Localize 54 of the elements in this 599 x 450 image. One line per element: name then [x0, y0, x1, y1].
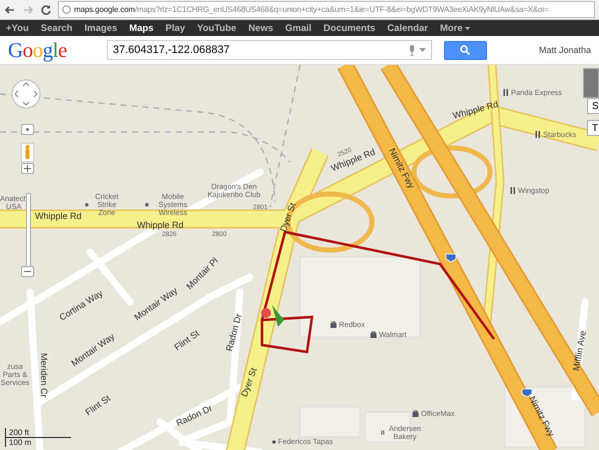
- reload-icon[interactable]: [40, 4, 52, 16]
- url-text: maps.google.com/maps?rlz=1C1CHRG_enUS468US468&q=union+city+ca&um=1&ie=UTF-8&ei=bgWDT9WA3eeXiAK9yNlUAw&sa=X&oi=: [74, 5, 548, 14]
- map-pin-icon[interactable]: [261, 308, 271, 318]
- street-view-thumbnail[interactable]: [583, 68, 599, 98]
- shopping-bag-icon: [85, 201, 89, 208]
- road-label: Meriden Cr: [38, 353, 48, 398]
- nav-link[interactable]: Calendar: [387, 22, 428, 34]
- shopping-bag-icon: [330, 321, 337, 328]
- search-button[interactable]: [444, 40, 487, 60]
- caret-icon: [464, 26, 470, 30]
- user-name[interactable]: Matt Jonatha: [538, 45, 591, 55]
- nav-link[interactable]: Play: [166, 22, 186, 34]
- nav-link[interactable]: +You: [6, 22, 29, 34]
- shopping-bag-icon: [145, 201, 149, 208]
- shopping-bag-icon: [370, 331, 377, 338]
- search-icon: [460, 45, 470, 55]
- side-panel-button[interactable]: T: [587, 120, 599, 136]
- nav-link[interactable]: More: [440, 22, 470, 34]
- shopping-bag-icon: [412, 410, 419, 418]
- google-logo[interactable]: Google: [8, 38, 67, 62]
- scale-bar: 200 ft 100 m: [5, 428, 71, 447]
- side-panel-button[interactable]: S: [587, 98, 599, 114]
- dot-icon: [26, 128, 29, 131]
- zoom-out-button[interactable]: [21, 266, 34, 277]
- nav-link[interactable]: Maps: [129, 22, 154, 34]
- road-label: Radon Dr: [225, 312, 244, 352]
- microphone-icon[interactable]: [408, 44, 415, 56]
- road-label: Radon Dr: [175, 404, 214, 429]
- road-label: Whipple Rd: [35, 212, 82, 222]
- page-icon: [62, 5, 71, 14]
- arrow-marker-icon[interactable]: [272, 305, 284, 327]
- reset-view-button[interactable]: [21, 124, 34, 135]
- dot-icon: [272, 440, 276, 444]
- caret-icon[interactable]: [418, 48, 426, 52]
- nav-link[interactable]: Images: [84, 22, 118, 34]
- road-label: Flint St: [173, 328, 202, 353]
- minus-icon: [24, 271, 31, 272]
- back-arrow-icon[interactable]: [4, 4, 16, 16]
- road-label: Dyer St: [240, 366, 260, 398]
- address-bar[interactable]: maps.google.com/maps?rlz=1C1CHRG_enUS468US468&q=union+city+ca&um=1&ie=UTF-8&ei=bgWDT9WA3eeXiAK9yNlUAw&sa=X&oi=: [58, 1, 595, 18]
- zoom-slider-track[interactable]: [26, 193, 31, 267]
- nav-link[interactable]: Search: [40, 22, 72, 34]
- road-label: Flint St: [84, 394, 112, 418]
- road-label: Mifflin Ave: [572, 330, 588, 372]
- zoom-in-button[interactable]: [21, 163, 34, 174]
- nav-link[interactable]: News: [248, 22, 274, 34]
- road-label: Whipple Rd: [452, 100, 500, 122]
- plus-icon: [24, 165, 31, 172]
- nav-link[interactable]: Gmail: [285, 22, 312, 34]
- nav-link[interactable]: YouTube: [197, 22, 236, 34]
- nav-link[interactable]: Documents: [324, 22, 376, 34]
- road-label: Dyer St: [279, 202, 298, 234]
- road-label: Whipple Rd: [137, 221, 184, 230]
- search-box[interactable]: 37.604317,-122.068837: [106, 40, 432, 60]
